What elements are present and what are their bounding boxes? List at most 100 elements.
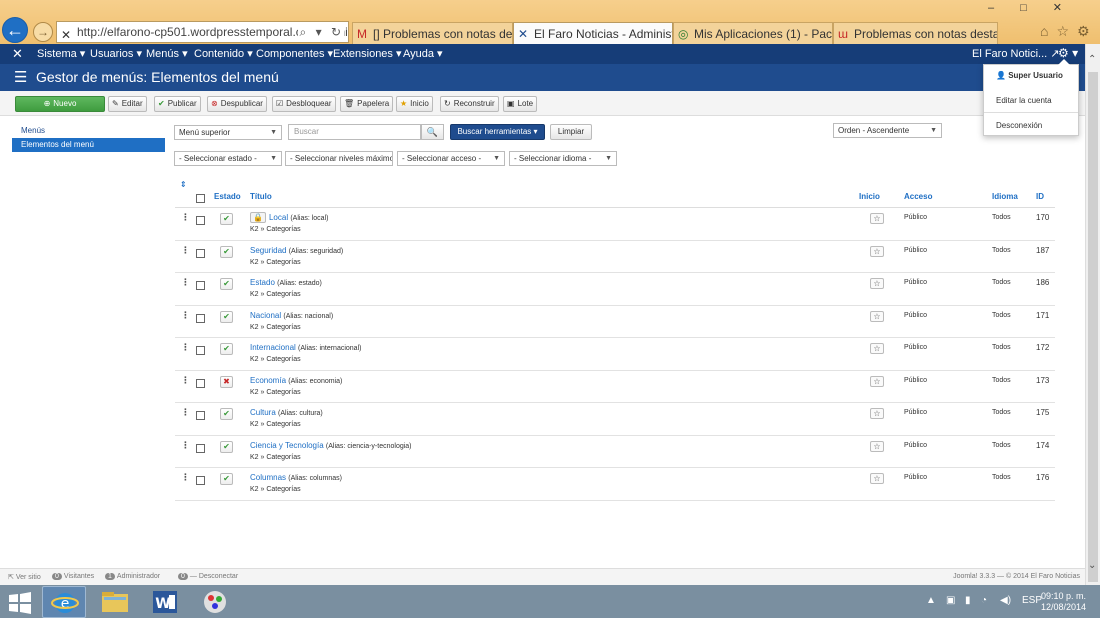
unpublished-icon[interactable]: ✖ <box>220 375 233 388</box>
row-checkbox[interactable] <box>196 281 205 290</box>
show-hidden-icons[interactable]: ▲ <box>926 595 936 606</box>
column-home[interactable]: Inicio <box>859 192 880 201</box>
unlock-button[interactable]: ☑ Desbloquear <box>272 96 336 112</box>
nav-ayuda[interactable]: Ayuda ▾ <box>403 47 443 60</box>
language-indicator[interactable]: ESP <box>1022 595 1042 606</box>
home-star-icon[interactable]: ☆ <box>870 473 884 484</box>
browser-tab[interactable]: ɯ Problemas con notas destacad... <box>833 22 998 44</box>
clock[interactable]: 09:10 p. m. 12/08/2014 <box>1041 591 1086 613</box>
row-checkbox[interactable] <box>196 313 205 323</box>
row-checkbox[interactable] <box>196 443 205 453</box>
page-scrollbar[interactable]: ⌃ ⌄ <box>1085 44 1100 585</box>
search-button[interactable]: 🔍 <box>421 124 444 140</box>
search-input[interactable]: Buscar <box>288 124 421 140</box>
state-select[interactable]: - Seleccionar estado - ▼ <box>174 151 282 166</box>
edit-button[interactable]: ✎ Editar <box>108 96 147 112</box>
published-check-icon[interactable]: ✔ <box>220 310 233 323</box>
dropdown-edit-account[interactable]: Editar la cuenta <box>996 96 1052 105</box>
nav-contenido[interactable]: Contenido ▾ <box>194 47 253 60</box>
drag-handle-icon[interactable]: ⋮ <box>181 440 190 451</box>
browser-tab[interactable]: M [] Problemas con notas destaca... <box>352 22 513 44</box>
home-star-icon[interactable]: ☆ <box>870 278 884 289</box>
published-check-icon[interactable]: ✔ <box>220 245 233 258</box>
item-title-link[interactable]: Cultura <box>250 408 276 417</box>
publish-button[interactable]: ✔ Publicar <box>154 96 201 112</box>
row-checkbox[interactable] <box>196 216 205 225</box>
levels-select[interactable]: - Seleccionar niveles máximo <box>285 151 393 166</box>
drag-handle-icon[interactable]: ⋮ <box>181 245 190 256</box>
sort-ordering-icon[interactable]: ⇕ <box>180 180 187 189</box>
item-title-link[interactable]: Ciencia y Tecnología <box>250 441 324 450</box>
scroll-down-icon[interactable]: ⌄ <box>1088 560 1096 571</box>
lock-icon[interactable]: 🔒 <box>250 212 266 223</box>
new-button[interactable]: ⊕ Nuevo <box>15 96 105 112</box>
view-site-link[interactable]: ⇱ Ver sitio <box>8 573 41 581</box>
home-button[interactable]: ★ Inicio <box>396 96 433 112</box>
published-check-icon[interactable]: ✔ <box>220 408 233 420</box>
published-check-icon[interactable]: ✔ <box>220 343 233 355</box>
trash-button[interactable]: 🗑 Papelera <box>340 96 394 112</box>
row-checkbox[interactable] <box>196 378 205 388</box>
browser-toolbar-icons[interactable]: ⌂☆⚙ <box>1040 23 1098 40</box>
home-star-icon[interactable]: ☆ <box>870 343 884 354</box>
settings-icon[interactable]: ⚙ <box>1077 23 1098 39</box>
wifi-icon[interactable]: ◔ <box>981 595 987 606</box>
home-star-icon[interactable]: ☆ <box>870 408 884 419</box>
nav-componentes[interactable]: Componentes ▾ <box>256 47 333 60</box>
dropdown-logout[interactable]: Desconexión <box>996 121 1042 130</box>
column-status[interactable]: Estado <box>214 192 241 201</box>
address-controls[interactable]: ⌕ ▾ ↻ <box>297 22 344 42</box>
published-check-icon[interactable]: ✔ <box>220 473 233 485</box>
item-title-link[interactable]: Internacional <box>250 343 296 352</box>
taskbar-word[interactable]: W <box>143 586 187 618</box>
item-title-link[interactable]: Economía <box>250 376 286 385</box>
batch-button[interactable]: ▣ Lote <box>503 96 538 112</box>
row-checkbox[interactable] <box>196 476 205 485</box>
dropdown-user[interactable]: 👤 Super Usuario <box>996 71 1063 80</box>
column-title[interactable]: Título <box>250 192 272 201</box>
item-title-link[interactable]: Local <box>269 213 288 222</box>
logout-link[interactable]: 0— Desconectar <box>178 573 238 580</box>
row-checkbox[interactable] <box>196 248 205 258</box>
browser-tab-active[interactable]: ✕ El Faro Noticias - Administr... <box>513 22 673 44</box>
drag-handle-icon[interactable]: ⋮ <box>181 407 190 418</box>
home-star-icon[interactable]: ☆ <box>870 375 884 387</box>
search-tools-button[interactable]: Buscar herramientas ▾ <box>450 124 545 140</box>
unpublish-button[interactable]: ⊗ Despublicar <box>207 96 267 112</box>
menu-select[interactable]: Menú superior ▼ <box>174 125 282 140</box>
nav-usuarios[interactable]: Usuarios ▾ <box>90 47 142 60</box>
clear-button[interactable]: Limpiar <box>550 124 592 140</box>
joomla-logo-icon[interactable]: ✕ <box>12 46 23 62</box>
windows-start-icon[interactable] <box>8 591 32 615</box>
favorites-icon[interactable]: ☆ <box>1056 23 1077 39</box>
home-icon[interactable]: ⌂ <box>1040 23 1056 39</box>
battery-icon[interactable]: ▮ <box>965 595 971 606</box>
rebuild-button[interactable]: ↻ Reconstruir <box>440 96 499 112</box>
item-title-link[interactable]: Columnas <box>250 473 286 482</box>
back-button[interactable]: ← <box>2 17 28 43</box>
drag-handle-icon[interactable]: ⋮ <box>181 375 190 386</box>
minimize-icon[interactable]: – <box>988 2 1020 14</box>
scroll-up-icon[interactable]: ⌃ <box>1088 54 1096 65</box>
volume-icon[interactable]: ◀) <box>1000 595 1011 606</box>
row-checkbox[interactable] <box>196 346 205 355</box>
nav-sistema[interactable]: Sistema ▾ <box>37 47 85 60</box>
site-link[interactable]: El Faro Notici... ↗ <box>972 47 1059 60</box>
item-title-link[interactable]: Seguridad <box>250 246 286 255</box>
forward-button[interactable]: → <box>33 22 53 42</box>
published-check-icon[interactable]: ✔ <box>220 213 233 225</box>
published-check-icon[interactable]: ✔ <box>220 440 233 453</box>
window-controls[interactable]: –□✕ <box>988 1 1088 14</box>
drag-handle-icon[interactable]: ⋮ <box>181 342 190 353</box>
taskbar-ie[interactable]: e <box>42 586 86 618</box>
drag-handle-icon[interactable]: ⋮ <box>181 472 190 483</box>
nav-menus[interactable]: Menús ▾ <box>146 47 188 60</box>
home-star-icon[interactable]: ☆ <box>870 245 884 257</box>
drag-handle-icon[interactable]: ⋮ <box>181 310 190 321</box>
access-select[interactable]: - Seleccionar acceso - ▼ <box>397 151 505 166</box>
taskbar-app[interactable] <box>193 586 237 618</box>
address-bar[interactable]: ✕ http://elfarono-cp501.wordpresstempora… <box>56 21 349 43</box>
home-star-icon[interactable]: ☆ <box>870 440 884 452</box>
scroll-thumb[interactable] <box>1088 72 1098 582</box>
close-window-icon[interactable]: ✕ <box>1053 2 1088 14</box>
